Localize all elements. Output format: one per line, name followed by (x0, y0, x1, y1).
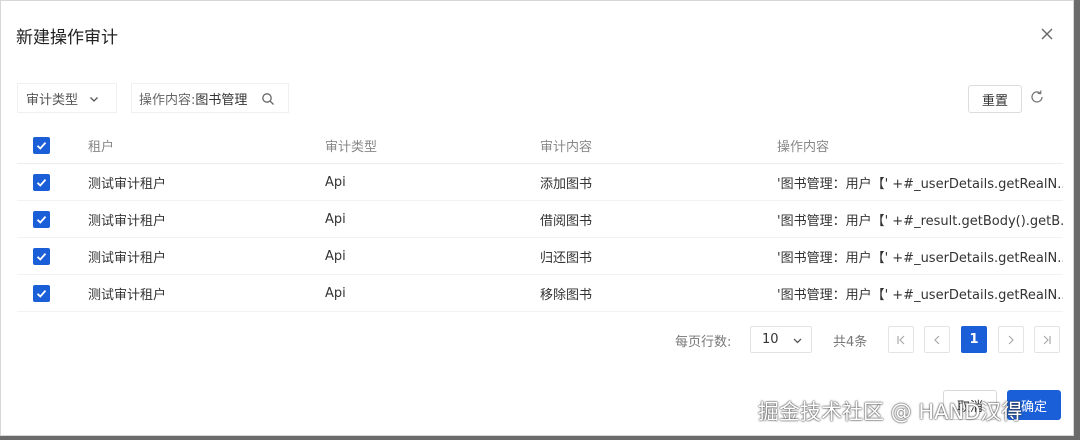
content-cell: 添加图书 (540, 176, 593, 192)
search-icon[interactable] (261, 92, 275, 106)
type-cell: Api (325, 211, 346, 227)
column-header-tenant[interactable]: 租户 (88, 127, 114, 163)
total-count: 共4条 (833, 335, 868, 350)
audit-type-label: 审计类型 (26, 92, 79, 108)
chevron-down-icon (793, 338, 802, 344)
first-page-icon (897, 335, 905, 344)
chevron-down-icon (90, 97, 98, 102)
tenant-cell: 测试审计租户 (88, 213, 167, 229)
row-checkbox[interactable] (33, 201, 50, 237)
last-page-icon (1043, 335, 1051, 344)
dialog: 新建操作审计 审计类型 操作内容: 图书管理 重置 租户 审计类型 审计内容 操… (0, 0, 1074, 436)
page-size-value: 10 (762, 332, 779, 347)
content-cell: 归还图书 (540, 250, 593, 266)
reset-button[interactable]: 重置 (968, 85, 1022, 113)
check-icon (36, 141, 47, 150)
operation-cell: '图书管理：用户【' +#_userDetails.getRealN... (777, 250, 1063, 266)
row-checkbox[interactable] (33, 275, 50, 311)
audit-type-select[interactable]: 审计类型 (17, 83, 117, 113)
tenant-cell: 测试审计租户 (88, 287, 167, 303)
type-cell: Api (325, 174, 346, 190)
row-checkbox[interactable] (33, 164, 50, 200)
content-cell: 移除图书 (540, 287, 593, 303)
column-header-audit-content[interactable]: 审计内容 (540, 127, 592, 163)
search-value[interactable]: 图书管理 (195, 89, 247, 108)
content-cell: 借阅图书 (540, 213, 593, 229)
tenant-cell: 测试审计租户 (88, 250, 167, 266)
table-row[interactable]: 测试审计租户 Api 添加图书 '图书管理：用户【' +#_userDetail… (17, 164, 1063, 201)
check-icon (36, 289, 47, 298)
operation-cell: '图书管理：用户【' +#_result.getBody().getB... (777, 213, 1063, 229)
next-page-icon (1008, 335, 1014, 344)
dialog-title: 新建操作审计 (16, 28, 118, 48)
last-page-button[interactable] (1034, 326, 1060, 353)
page-size-label: 每页行数: (675, 335, 732, 350)
prev-page-button[interactable] (924, 326, 950, 353)
close-icon[interactable] (1038, 25, 1056, 43)
table-header-row: 租户 审计类型 审计内容 操作内容 (17, 127, 1063, 164)
table-row[interactable]: 测试审计租户 Api 移除图书 '图书管理：用户【' +#_userDetail… (17, 275, 1063, 312)
search-key-label: 操作内容: (139, 92, 196, 108)
type-cell: Api (325, 248, 346, 264)
prev-page-icon (934, 335, 940, 344)
table-row[interactable]: 测试审计租户 Api 借阅图书 '图书管理：用户【' +#_result.get… (17, 201, 1063, 238)
check-icon (36, 215, 47, 224)
column-header-operation[interactable]: 操作内容 (777, 127, 1063, 163)
refresh-icon[interactable] (1029, 89, 1045, 105)
watermark: 掘金技术社区 @ HAND汉得 (758, 400, 1023, 424)
tenant-cell: 测试审计租户 (88, 176, 167, 192)
column-header-audit-type[interactable]: 审计类型 (325, 127, 377, 163)
page-number-button[interactable]: 1 (961, 326, 987, 353)
operation-cell: '图书管理：用户【' +#_userDetails.getRealN... (777, 287, 1063, 303)
type-cell: Api (325, 285, 346, 301)
audit-table: 租户 审计类型 审计内容 操作内容 测试审计租户 Api 添加图书 '图书管理：… (17, 127, 1063, 312)
first-page-button[interactable] (888, 326, 914, 353)
operation-cell: '图书管理：用户【' +#_userDetails.getRealN... (777, 176, 1063, 192)
check-icon (36, 178, 47, 187)
operation-search-input[interactable]: 操作内容: 图书管理 (131, 83, 289, 113)
next-page-button[interactable] (998, 326, 1024, 353)
check-icon (36, 252, 47, 261)
row-checkbox[interactable] (33, 238, 50, 274)
select-all-checkbox[interactable] (33, 127, 50, 163)
table-row[interactable]: 测试审计租户 Api 归还图书 '图书管理：用户【' +#_userDetail… (17, 238, 1063, 275)
page-size-select[interactable]: 10 (750, 326, 812, 353)
